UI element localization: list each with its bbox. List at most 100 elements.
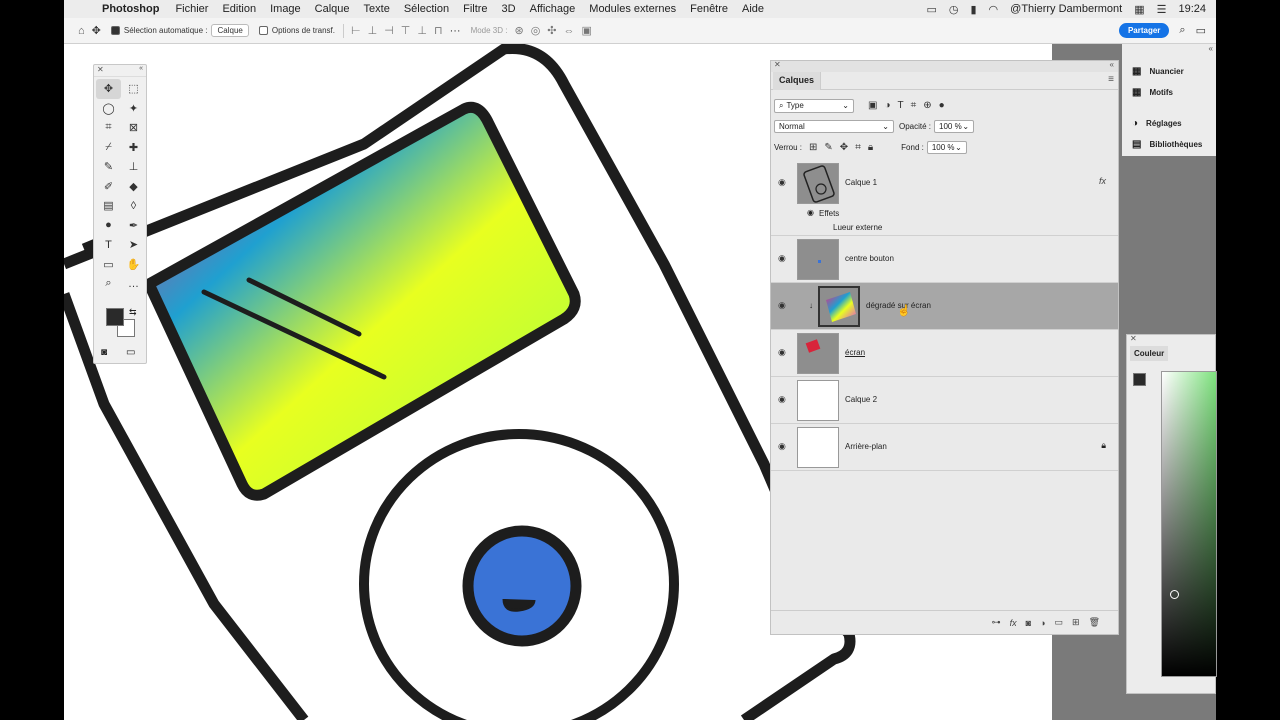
lock-icon[interactable]: 🔒︎ (1101, 440, 1106, 451)
history-brush-tool-icon[interactable]: ✐ (96, 177, 121, 197)
more-tools-icon[interactable]: … (121, 274, 146, 294)
pan-3d-icon[interactable]: ✣ (547, 24, 556, 37)
foreground-color-swatch[interactable] (106, 308, 124, 326)
layer-row[interactable]: ◉ centre bouton (771, 236, 1118, 283)
user-name[interactable]: @Thierry Dambermont (1010, 3, 1122, 15)
eyedropper-tool-icon[interactable]: ⌿ (96, 138, 121, 158)
move-tool-icon[interactable]: ✥ (96, 79, 121, 99)
layer-row[interactable]: ◉ Calque 1 fx (771, 160, 1118, 207)
screen-mode-icon[interactable]: ▭ (126, 347, 135, 358)
fx-icon[interactable]: fx (1099, 176, 1106, 186)
folder-icon[interactable]: ▭ (1055, 617, 1064, 628)
frame-tool-icon[interactable]: ⊠ (121, 118, 146, 138)
adjustment-icon[interactable]: ◑ (1040, 618, 1045, 628)
search-icon[interactable]: ⌕ (1179, 24, 1185, 37)
lasso-tool-icon[interactable]: ◯ (96, 99, 121, 119)
transform-checkbox[interactable] (258, 26, 268, 35)
flag-icon[interactable]: ▦ (1134, 3, 1144, 16)
lock-paint-icon[interactable]: ✎ (824, 142, 832, 153)
dock-item-motifs[interactable]: ▦ Motifs (1132, 87, 1173, 98)
align-middle-icon[interactable]: ⊥ (417, 24, 427, 37)
filter-image-icon[interactable]: ▣ (868, 100, 877, 111)
filter-shape-icon[interactable]: ⌗ (911, 100, 917, 111)
hand-tool-icon[interactable]: ✋ (121, 255, 146, 275)
color-picker-handle[interactable] (1170, 590, 1179, 599)
lock-pixels-icon[interactable]: ⊞ (809, 142, 817, 153)
eye-icon[interactable]: ◉ (807, 208, 814, 217)
collapse-icon[interactable]: « (1209, 44, 1213, 53)
layer-row[interactable]: ◉ Calque 2 (771, 377, 1118, 424)
eraser-tool-icon[interactable]: ◆ (121, 177, 146, 197)
opacity-field[interactable]: 100 % ⌄ (934, 120, 975, 133)
menu-filtre[interactable]: Filtre (463, 3, 487, 15)
eye-icon[interactable]: ◉ (778, 300, 786, 311)
more-icon[interactable]: ··· (450, 25, 461, 37)
close-icon[interactable]: ✕ (97, 65, 104, 74)
home-icon[interactable]: ⌂ (78, 25, 85, 37)
dodge-tool-icon[interactable]: ● (96, 216, 121, 236)
blend-mode-dropdown[interactable]: Normal ⌄ (774, 120, 894, 133)
panel-menu-icon[interactable]: ≡ (1108, 74, 1114, 85)
menu-calque[interactable]: Calque (315, 3, 350, 15)
orbit-3d-icon[interactable]: ⊛ (514, 24, 523, 37)
dock-item-bibliotheques[interactable]: ▤ Bibliothèques (1132, 139, 1202, 150)
marquee-tool-icon[interactable]: ⬚ (121, 79, 146, 99)
wifi-icon[interactable]: ◠ (989, 3, 999, 16)
align-center-icon[interactable]: ⊥ (368, 24, 378, 37)
align-right-icon[interactable]: ⊣ (384, 24, 394, 37)
eye-icon[interactable]: ◉ (778, 441, 786, 452)
swap-colors-icon[interactable]: ⇆ (129, 307, 137, 318)
lock-all-icon[interactable]: 🔒︎ (868, 142, 873, 153)
dock-item-nuancier[interactable]: ▦ Nuancier (1132, 66, 1184, 77)
menu-edition[interactable]: Edition (222, 3, 256, 15)
eye-icon[interactable]: ◉ (778, 394, 786, 405)
move-tool-icon[interactable]: ✥ (92, 24, 101, 37)
auto-select-dropdown[interactable]: Calque (211, 24, 249, 37)
close-icon[interactable]: ✕ (774, 60, 781, 69)
fx-icon[interactable]: fx (1010, 618, 1017, 628)
filter-type-icon[interactable]: T (898, 100, 904, 111)
close-icon[interactable]: ✕ (1130, 334, 1137, 343)
healing-tool-icon[interactable]: ✚ (121, 138, 146, 158)
workspace-icon[interactable]: ▭ (1196, 24, 1206, 37)
quick-mask-icon[interactable]: ◙ (101, 347, 107, 358)
new-layer-icon[interactable]: ⊞ (1072, 617, 1080, 628)
align-left-icon[interactable]: ⊢ (351, 24, 361, 37)
tab-couleur[interactable]: Couleur (1130, 346, 1169, 361)
dock-item-reglages[interactable]: ◑ Réglages (1132, 118, 1182, 129)
display-icon[interactable]: ▭ (926, 3, 936, 16)
magic-wand-tool-icon[interactable]: ✦ (121, 99, 146, 119)
collapse-icon[interactable]: « (1110, 60, 1114, 69)
stamp-tool-icon[interactable]: ⊥ (121, 157, 146, 177)
mask-icon[interactable]: ◙ (1026, 618, 1031, 628)
clock-time[interactable]: 19:24 (1178, 3, 1206, 15)
align-bottom-icon[interactable]: ⊓ (434, 24, 443, 37)
scale-3d-icon[interactable]: ▣ (582, 24, 592, 37)
color-picker-field[interactable] (1161, 371, 1217, 677)
foreground-color-swatch[interactable] (1133, 373, 1146, 386)
layer-row[interactable]: ◉ écran (771, 330, 1118, 377)
menu-affichage[interactable]: Affichage (530, 3, 576, 15)
layer-filter-dropdown[interactable]: ⌕ Type ⌄ (774, 98, 854, 113)
menu-fichier[interactable]: Fichier (175, 3, 208, 15)
path-selection-tool-icon[interactable]: ➤ (121, 235, 146, 255)
share-button[interactable]: Partager (1118, 23, 1170, 38)
brush-tool-icon[interactable]: ✎ (96, 157, 121, 177)
effects-row[interactable]: ◉ Effets (771, 207, 1118, 221)
app-menu[interactable]: Photoshop (102, 3, 159, 15)
menu-modules[interactable]: Modules externes (589, 3, 676, 15)
tab-calques[interactable]: Calques (773, 72, 822, 90)
lock-position-icon[interactable]: ✥ (840, 142, 848, 153)
menu-selection[interactable]: Sélection (404, 3, 449, 15)
gradient-tool-icon[interactable]: ▤ (96, 196, 121, 216)
align-top-icon[interactable]: ⊤ (401, 24, 411, 37)
effect-row[interactable]: Lueur externe (771, 221, 1118, 236)
pen-tool-icon[interactable]: ✒ (121, 216, 146, 236)
menu-texte[interactable]: Texte (364, 3, 390, 15)
collapse-icon[interactable]: « (139, 65, 143, 72)
eye-icon[interactable]: ◉ (778, 253, 786, 264)
eye-icon[interactable]: ◉ (778, 347, 786, 358)
zoom-tool-icon[interactable]: ⌕ (96, 274, 121, 294)
link-icon[interactable]: ⊶ (992, 617, 1001, 628)
battery-icon[interactable]: ▮ (970, 3, 976, 16)
